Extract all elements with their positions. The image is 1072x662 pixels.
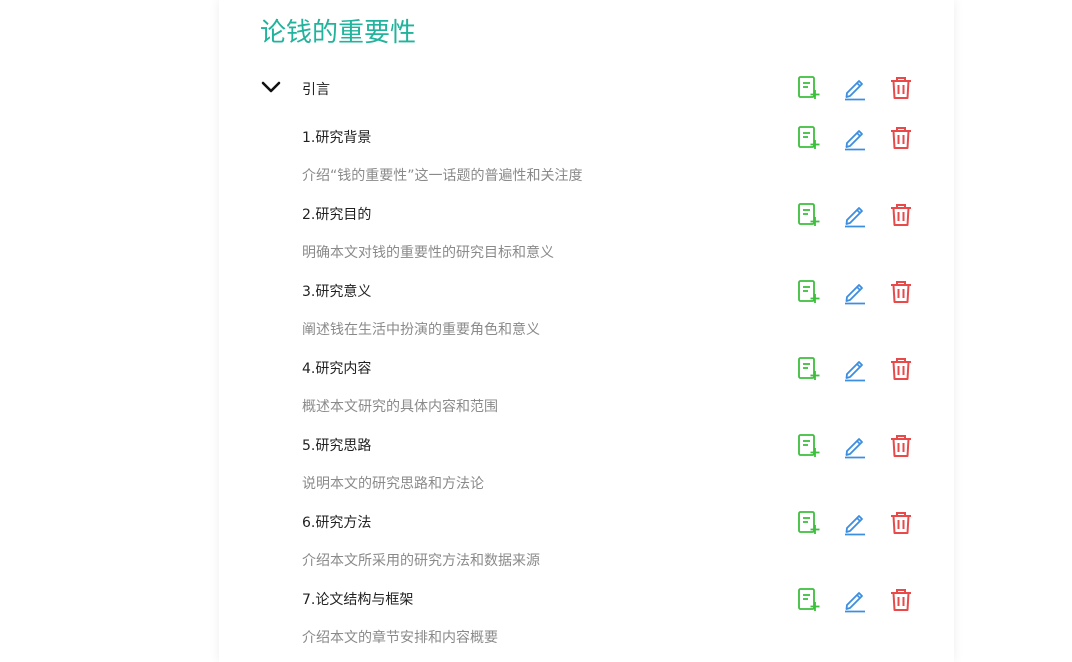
item-actions [796,507,918,539]
edit-pencil-icon[interactable] [842,202,868,228]
item-title: 3.研究意义 [302,284,372,300]
trash-icon[interactable] [888,433,914,459]
add-note-icon[interactable] [796,510,822,536]
item-actions [796,353,918,385]
chapter-actions [796,72,918,104]
chevron-down-icon[interactable] [260,78,282,98]
trash-icon[interactable] [888,125,914,151]
item-actions [796,199,918,231]
item-title: 7.论文结构与框架 [302,592,414,608]
item-title: 1.研究背景 [302,130,372,146]
edit-pencil-icon[interactable] [842,125,868,151]
trash-icon[interactable] [888,587,914,613]
item-title: 2.研究目的 [302,207,372,223]
item-actions [796,584,918,616]
edit-pencil-icon[interactable] [842,75,868,101]
item-actions [796,276,918,308]
edit-pencil-icon[interactable] [842,510,868,536]
item-description: 概述本文研究的具体内容和范围 [302,399,498,415]
trash-icon[interactable] [888,510,914,536]
page-title: 论钱的重要性 [260,18,417,48]
item-title: 4.研究内容 [302,361,372,377]
outline-item-6: 6.研究方法 介绍本文所采用的研究方法和数据来源 [302,507,922,579]
trash-icon[interactable] [888,279,914,305]
add-note-icon[interactable] [796,279,822,305]
edit-pencil-icon[interactable] [842,587,868,613]
item-actions [796,122,918,154]
edit-pencil-icon[interactable] [842,433,868,459]
outline-item-1: 1.研究背景 介绍“钱的重要性”这一话题的普遍性和关注度 [302,122,922,194]
edit-pencil-icon[interactable] [842,279,868,305]
item-description: 介绍“钱的重要性”这一话题的普遍性和关注度 [302,168,583,184]
chapter-row: 引言 [258,72,918,104]
outline-item-7: 7.论文结构与框架 介绍本文的章节安排和内容概要 [302,584,922,656]
add-note-icon[interactable] [796,433,822,459]
item-description: 明确本文对钱的重要性的研究目标和意义 [302,245,554,261]
item-description: 介绍本文所采用的研究方法和数据来源 [302,553,540,569]
item-actions [796,430,918,462]
chapter-label: 引言 [302,82,330,98]
outline-item-4: 4.研究内容 概述本文研究的具体内容和范围 [302,353,922,425]
item-description: 说明本文的研究思路和方法论 [302,476,484,492]
item-title: 6.研究方法 [302,515,372,531]
item-description: 介绍本文的章节安排和内容概要 [302,630,498,646]
outline-item-3: 3.研究意义 阐述钱在生活中扮演的重要角色和意义 [302,276,922,348]
outline-item-2: 2.研究目的 明确本文对钱的重要性的研究目标和意义 [302,199,922,271]
item-title: 5.研究思路 [302,438,372,454]
trash-icon[interactable] [888,75,914,101]
add-note-icon[interactable] [796,356,822,382]
add-note-icon[interactable] [796,202,822,228]
add-note-icon[interactable] [796,587,822,613]
edit-pencil-icon[interactable] [842,356,868,382]
outline-item-5: 5.研究思路 说明本文的研究思路和方法论 [302,430,922,502]
trash-icon[interactable] [888,202,914,228]
add-note-icon[interactable] [796,75,822,101]
add-note-icon[interactable] [796,125,822,151]
item-description: 阐述钱在生活中扮演的重要角色和意义 [302,322,540,338]
trash-icon[interactable] [888,356,914,382]
